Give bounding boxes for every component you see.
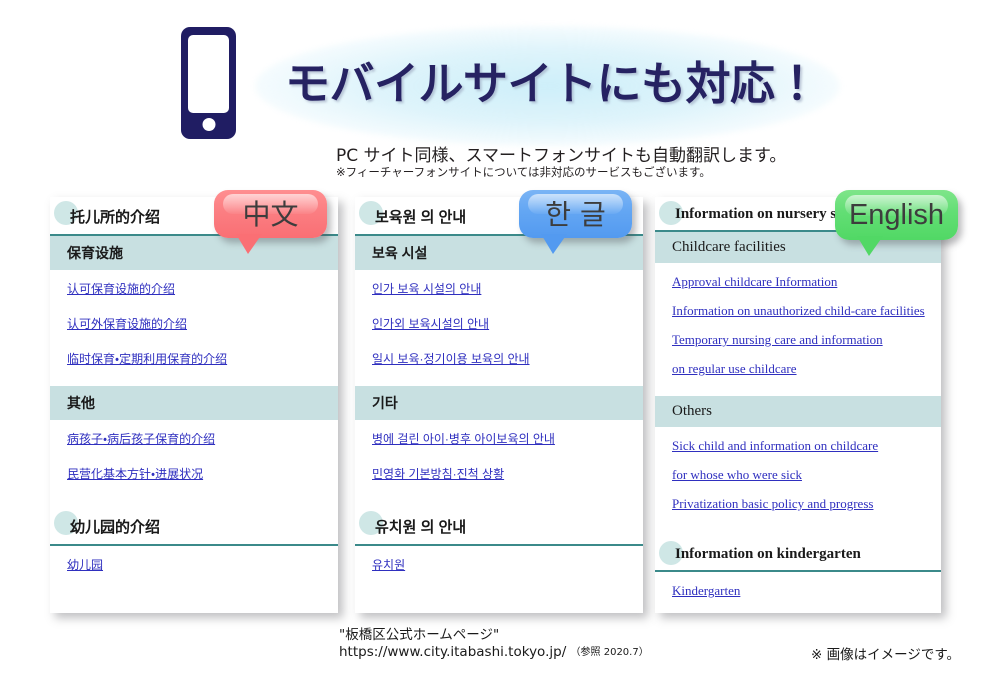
language-bubble-label: English (848, 199, 945, 231)
phone-screen (188, 35, 229, 113)
page-title: モバイルサイトにも対応！ (284, 57, 820, 110)
hero-note: ※フィーチャーフォンサイトについては非対応のサービスもございます。 (336, 165, 711, 179)
nav-link[interactable]: 幼儿园 (67, 558, 103, 572)
language-bubble-korean[interactable]: 한 글 (519, 190, 632, 254)
language-bubble-label: 한 글 (545, 198, 606, 231)
list-item: 인가 보육 시설의 안내 (372, 280, 643, 298)
link-list: 인가 보육 시설의 안내 인가외 보육시설의 안내 일시 보육·정기이용 보육의… (355, 270, 643, 378)
list-item: 유치원 (372, 556, 643, 574)
list-item: 幼儿园 (67, 556, 338, 574)
nav-link[interactable]: 临时保育・定期利用保育的介绍 (67, 352, 227, 366)
panel-content-chinese: 托儿所的介绍 保育设施 认可保育设施的介绍 认可外保育设施的介绍 临时保育・定期… (50, 197, 338, 613)
source-url: https://www.city.itabashi.tokyo.jp/ （参照 … (339, 643, 649, 660)
list-item: 认可保育设施的介绍 (67, 280, 338, 298)
link-list: Kindergarten (655, 572, 941, 610)
list-item: on regular use childcare (672, 360, 941, 378)
nav-link[interactable]: 民营化基本方针・进展状况 (67, 467, 203, 481)
nav-link[interactable]: on regular use childcare (672, 361, 797, 376)
subsection-heading: 保育设施 (50, 236, 338, 270)
nav-link[interactable]: 인가외 보육시설의 안내 (372, 317, 489, 331)
panel-content-korean: 보육원 의 안내 보육 시설 인가 보육 시설의 안내 인가외 보육시설의 안내… (355, 197, 643, 613)
language-bubble-english[interactable]: English (835, 190, 958, 256)
subsection-heading: 보육 시설 (355, 236, 643, 270)
list-item: Kindergarten (672, 582, 941, 600)
list-item: 临时保育・定期利用保育的介绍 (67, 350, 338, 368)
section-heading-label: 托儿所的介绍 (70, 209, 161, 226)
nav-link[interactable]: Approval childcare Information (672, 274, 837, 289)
subsection-heading: 기타 (355, 386, 643, 420)
section-heading-label: Information on kindergarten (675, 546, 861, 562)
section-heading-label: Information on nursery s (675, 206, 837, 222)
language-bubble-label: 中文 (242, 198, 299, 231)
nav-link[interactable]: 인가 보육 시설의 안내 (372, 282, 481, 296)
link-list: 认可保育设施的介绍 认可外保育设施的介绍 临时保育・定期利用保育的介绍 (50, 270, 338, 378)
section-heading-label: 유치원 의 안내 (375, 519, 467, 536)
list-item: Privatization basic policy and progress (672, 495, 941, 513)
list-item: Temporary nursing care and information (672, 331, 941, 349)
nav-link[interactable]: 유치원 (372, 558, 405, 572)
list-item: 认可外保育设施的介绍 (67, 315, 338, 333)
nav-link[interactable]: 认可保育设施的介绍 (67, 282, 175, 296)
source-reference-date: （参照 2020.7） (570, 647, 649, 658)
list-item: for whose who were sick (672, 466, 941, 484)
link-list: 병에 걸린 아이·병후 아이보육의 안내 민영화 기본방침·진척 상황 (355, 420, 643, 493)
section-heading-label: 幼儿园的介绍 (70, 519, 161, 536)
link-list: Approval childcare Information Informati… (655, 263, 941, 388)
section-heading-label: 보육원 의 안내 (375, 209, 467, 226)
nav-link[interactable]: Information on unauthorized child-care f… (672, 303, 925, 318)
nav-link[interactable]: Sick child and information on childcare (672, 438, 878, 453)
bubble-tail-icon (857, 236, 883, 256)
link-list: 病孩子・病后孩子保育的介绍 民营化基本方针・进展状况 (50, 420, 338, 493)
nav-link[interactable]: Temporary nursing care and information (672, 332, 883, 347)
section-heading: 幼儿园的介绍 (50, 507, 338, 546)
language-panel-korean: 보육원 의 안내 보육 시설 인가 보육 시설의 안내 인가외 보육시설의 안내… (355, 197, 643, 613)
mobile-phone-icon (181, 27, 236, 139)
list-item: 인가외 보육시설의 안내 (372, 315, 643, 333)
hero-subtitle: PC サイト同様、スマートフォンサイトも自動翻訳します。 (336, 146, 787, 166)
nav-link[interactable]: 민영화 기본방침·진척 상황 (372, 467, 504, 481)
language-panel-chinese: 托儿所的介绍 保育设施 认可保育设施的介绍 认可外保育设施的介绍 临时保育・定期… (50, 197, 338, 613)
nav-link[interactable]: 일시 보육·정기이용 보육의 안내 (372, 352, 530, 366)
nav-link[interactable]: 认可外保育设施的介绍 (67, 317, 187, 331)
section-heading: 유치원 의 안내 (355, 507, 643, 546)
subsection-heading: Others (655, 396, 941, 427)
source-url-text: https://www.city.itabashi.tokyo.jp/ (339, 644, 567, 660)
bubble-tail-icon (541, 234, 567, 254)
image-disclaimer: ※ 画像はイメージです。 (811, 647, 960, 663)
link-list: 幼儿园 (50, 546, 338, 584)
nav-link[interactable]: for whose who were sick (672, 467, 802, 482)
list-item: 일시 보육·정기이용 보육의 안내 (372, 350, 643, 368)
nav-link[interactable]: Privatization basic policy and progress (672, 496, 873, 511)
list-item: 병에 걸린 아이·병후 아이보육의 안내 (372, 430, 643, 448)
list-item: Information on unauthorized child-care f… (672, 302, 941, 320)
phone-home-button-icon (202, 118, 215, 131)
section-heading: Information on kindergarten (655, 537, 941, 572)
link-list: Sick child and information on childcare … (655, 427, 941, 523)
subsection-heading: 其他 (50, 386, 338, 420)
nav-link[interactable]: Kindergarten (672, 583, 740, 598)
nav-link[interactable]: 병에 걸린 아이·병후 아이보육의 안내 (372, 432, 555, 446)
list-item: Sick child and information on childcare (672, 437, 941, 455)
list-item: 민영화 기본방침·진척 상황 (372, 465, 643, 483)
list-item: 病孩子・病后孩子保育的介绍 (67, 430, 338, 448)
hero-banner: モバイルサイトにも対応！ PC サイト同様、スマートフォンサイトも自動翻訳します… (0, 0, 1000, 190)
language-panel-english: Information on nursery s Childcare facil… (655, 197, 941, 613)
list-item: 民营化基本方针・进展状况 (67, 465, 338, 483)
panel-content-english: Information on nursery s Childcare facil… (655, 197, 941, 613)
source-title: "板橋区公式ホームページ" (339, 627, 500, 643)
bubble-tail-icon (236, 234, 262, 254)
list-item: Approval childcare Information (672, 273, 941, 291)
language-bubble-chinese[interactable]: 中文 (214, 190, 327, 254)
link-list: 유치원 (355, 546, 643, 584)
nav-link[interactable]: 病孩子・病后孩子保育的介绍 (67, 432, 215, 446)
